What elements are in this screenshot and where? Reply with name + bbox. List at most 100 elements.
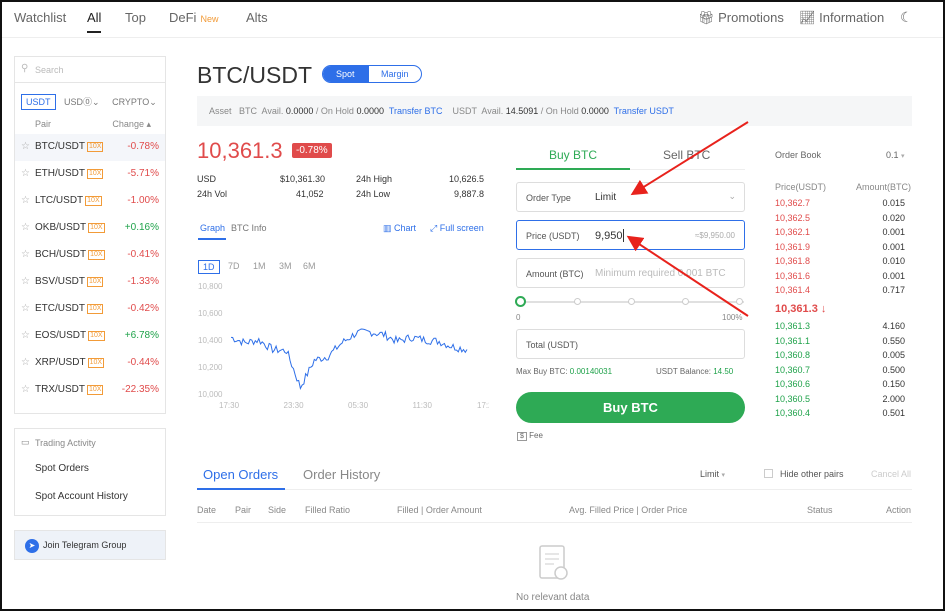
leverage-badge: 10X — [88, 223, 105, 233]
total-input[interactable]: Total (USDT) — [516, 329, 745, 359]
pair-row[interactable]: ☆ EOS/USDT 10X +6.78% — [15, 323, 165, 350]
leverage-badge: 10X — [87, 142, 104, 152]
caret-down-icon: ▾ — [721, 472, 726, 479]
star-icon[interactable]: ☆ — [21, 195, 30, 206]
transfer-usdt-link[interactable]: Transfer USDT — [614, 106, 674, 116]
promotions-label: Promotions — [718, 10, 784, 25]
pair-name: EOS/USDT 10X — [35, 330, 105, 341]
pair-name: ETC/USDT 10X — [35, 303, 104, 314]
fee-link[interactable]: $ Fee — [517, 431, 543, 441]
spot-toggle[interactable]: Spot — [336, 69, 355, 79]
range-7d[interactable]: 7D — [224, 260, 244, 272]
star-icon[interactable]: ☆ — [21, 384, 30, 395]
tab-sell-btc[interactable]: Sell BTC — [663, 148, 710, 162]
fullscreen-label: Full screen — [439, 223, 484, 233]
ask-amount: 0.001 — [882, 270, 905, 281]
nav-tab-defi[interactable]: DeFi New — [169, 10, 218, 25]
slider-handle[interactable] — [515, 296, 526, 307]
quote-tab-usd[interactable]: USD⓪⌄ — [60, 93, 104, 110]
pair-row[interactable]: ☆ ETH/USDT 10X -5.71% — [15, 161, 165, 188]
range-1m[interactable]: 1M — [249, 260, 270, 272]
bid-price: 10,360.5 — [775, 393, 811, 404]
pair-change: -0.41% — [127, 249, 159, 260]
transfer-btc-link[interactable]: Transfer BTC — [389, 106, 443, 116]
star-icon[interactable]: ☆ — [21, 168, 30, 179]
range-1d[interactable]: 1D — [198, 260, 220, 274]
vol-value: 41,052 — [296, 189, 324, 199]
pair-name: ETH/USDT 10X — [35, 168, 104, 179]
leverage-badge: 10X — [87, 277, 104, 287]
star-icon[interactable]: ☆ — [21, 303, 30, 314]
quote-tab-usdt[interactable]: USDT — [21, 94, 56, 110]
order-filter-select[interactable]: Limit ▾ — [700, 469, 725, 479]
star-icon[interactable]: ☆ — [21, 222, 30, 233]
order-type-value: Limit — [595, 192, 617, 203]
spot-history-link[interactable]: Spot Account History — [35, 491, 128, 502]
nav-tab-all[interactable]: All — [87, 10, 102, 33]
star-icon[interactable]: ☆ — [21, 249, 30, 260]
tab-graph[interactable]: Graph — [200, 223, 225, 233]
star-icon[interactable]: ☆ — [21, 141, 30, 152]
x-tick-label: 23:30 — [284, 401, 305, 410]
order-type-select[interactable]: Order Type Limit ⌄ — [516, 182, 745, 212]
cancel-all-button[interactable]: Cancel All — [871, 469, 911, 479]
telegram-button[interactable]: ➤ Join Telegram Group — [14, 530, 166, 560]
pair-name-label: XRP/USDT — [35, 357, 86, 368]
range-6m[interactable]: 6M — [299, 260, 320, 272]
pair-row[interactable]: ☆ OKB/USDT 10X +0.16% — [15, 215, 165, 242]
ask-price: 10,362.1 — [775, 227, 811, 237]
moon-icon[interactable]: ☾ — [900, 9, 913, 26]
nav-tab-alts[interactable]: Alts — [246, 10, 268, 25]
hide-pairs-label: Hide other pairs — [780, 469, 844, 479]
promotions-link[interactable]: 🎁︎ Promotions — [698, 10, 784, 26]
tab-open-orders[interactable]: Open Orders — [203, 467, 278, 482]
tab-btc-info[interactable]: BTC Info — [231, 223, 267, 233]
col-date: Date — [197, 505, 217, 515]
hide-pairs-checkbox[interactable] — [764, 469, 773, 478]
information-link[interactable]: 📈︎ Information — [799, 10, 884, 26]
orderbook-title: Order Book — [775, 150, 822, 160]
slider-tick — [682, 298, 689, 305]
fullscreen-link[interactable]: ⤢ Full screen — [430, 223, 484, 234]
price-label: Price (USDT) — [526, 231, 580, 241]
chart-link[interactable]: ▥ Chart — [383, 223, 416, 234]
pair-row[interactable]: ☆ BSV/USDT 10X -1.33% — [15, 269, 165, 296]
column-change[interactable]: Change ▴ — [112, 119, 151, 130]
precision-value: 0.1 — [886, 150, 899, 160]
tab-buy-btc[interactable]: Buy BTC — [549, 148, 597, 162]
gift-icon: 🎁︎ — [698, 10, 715, 25]
amount-input[interactable]: Amount (BTC) Minimum required 0.001 BTC — [516, 258, 745, 288]
range-3m[interactable]: 3M — [275, 260, 296, 272]
price-input[interactable]: Price (USDT) 9,950 ≈$9,950.00 — [516, 220, 745, 250]
pair-row[interactable]: ☆ XRP/USDT 10X -0.44% — [15, 350, 165, 377]
pair-row[interactable]: ☆ LTC/USDT 10X -1.00% — [15, 188, 165, 215]
bid-price: 10,360.7 — [775, 364, 811, 375]
pair-row[interactable]: ☆ ETC/USDT 10X -0.42% — [15, 296, 165, 323]
precision-select[interactable]: 0.1 ▾ — [886, 150, 905, 160]
star-icon[interactable]: ☆ — [21, 276, 30, 287]
pair-row[interactable]: ☆ BTC/USDT 10X -0.78% — [15, 134, 165, 161]
search-placeholder: Search — [35, 65, 64, 75]
pair-row[interactable]: ☆ TRX/USDT 10X -22.35% — [15, 377, 165, 404]
chevron-down-icon: ⌄ — [92, 97, 100, 107]
amount-slider[interactable] — [515, 296, 744, 307]
quote-tab-crypto[interactable]: CRYPTO⌄ — [108, 95, 161, 110]
slider-tick — [628, 298, 635, 305]
low-value: 9,887.8 — [454, 189, 485, 199]
col-action: Action — [886, 505, 912, 515]
y-tick-label: 10,000 — [198, 390, 223, 399]
star-icon[interactable]: ☆ — [21, 330, 30, 341]
margin-toggle[interactable]: Margin — [381, 69, 409, 79]
buy-btc-button[interactable]: Buy BTC — [516, 392, 745, 423]
nav-tab-top[interactable]: Top — [125, 10, 146, 25]
pair-name: OKB/USDT 10X — [35, 222, 105, 233]
spot-orders-link[interactable]: Spot Orders — [35, 463, 89, 474]
slider-tick — [736, 298, 743, 305]
pair-row[interactable]: ☆ BCH/USDT 10X -0.41% — [15, 242, 165, 269]
search-input[interactable]: ⚲ Search — [15, 57, 165, 83]
ob-col-price: Price(USDT) — [775, 182, 826, 192]
star-icon[interactable]: ☆ — [21, 357, 30, 368]
nav-tab-watchlist[interactable]: Watchlist — [14, 10, 66, 25]
last-trade-price: 10,361.3 ↓ — [775, 303, 826, 315]
tab-order-history[interactable]: Order History — [303, 467, 380, 482]
